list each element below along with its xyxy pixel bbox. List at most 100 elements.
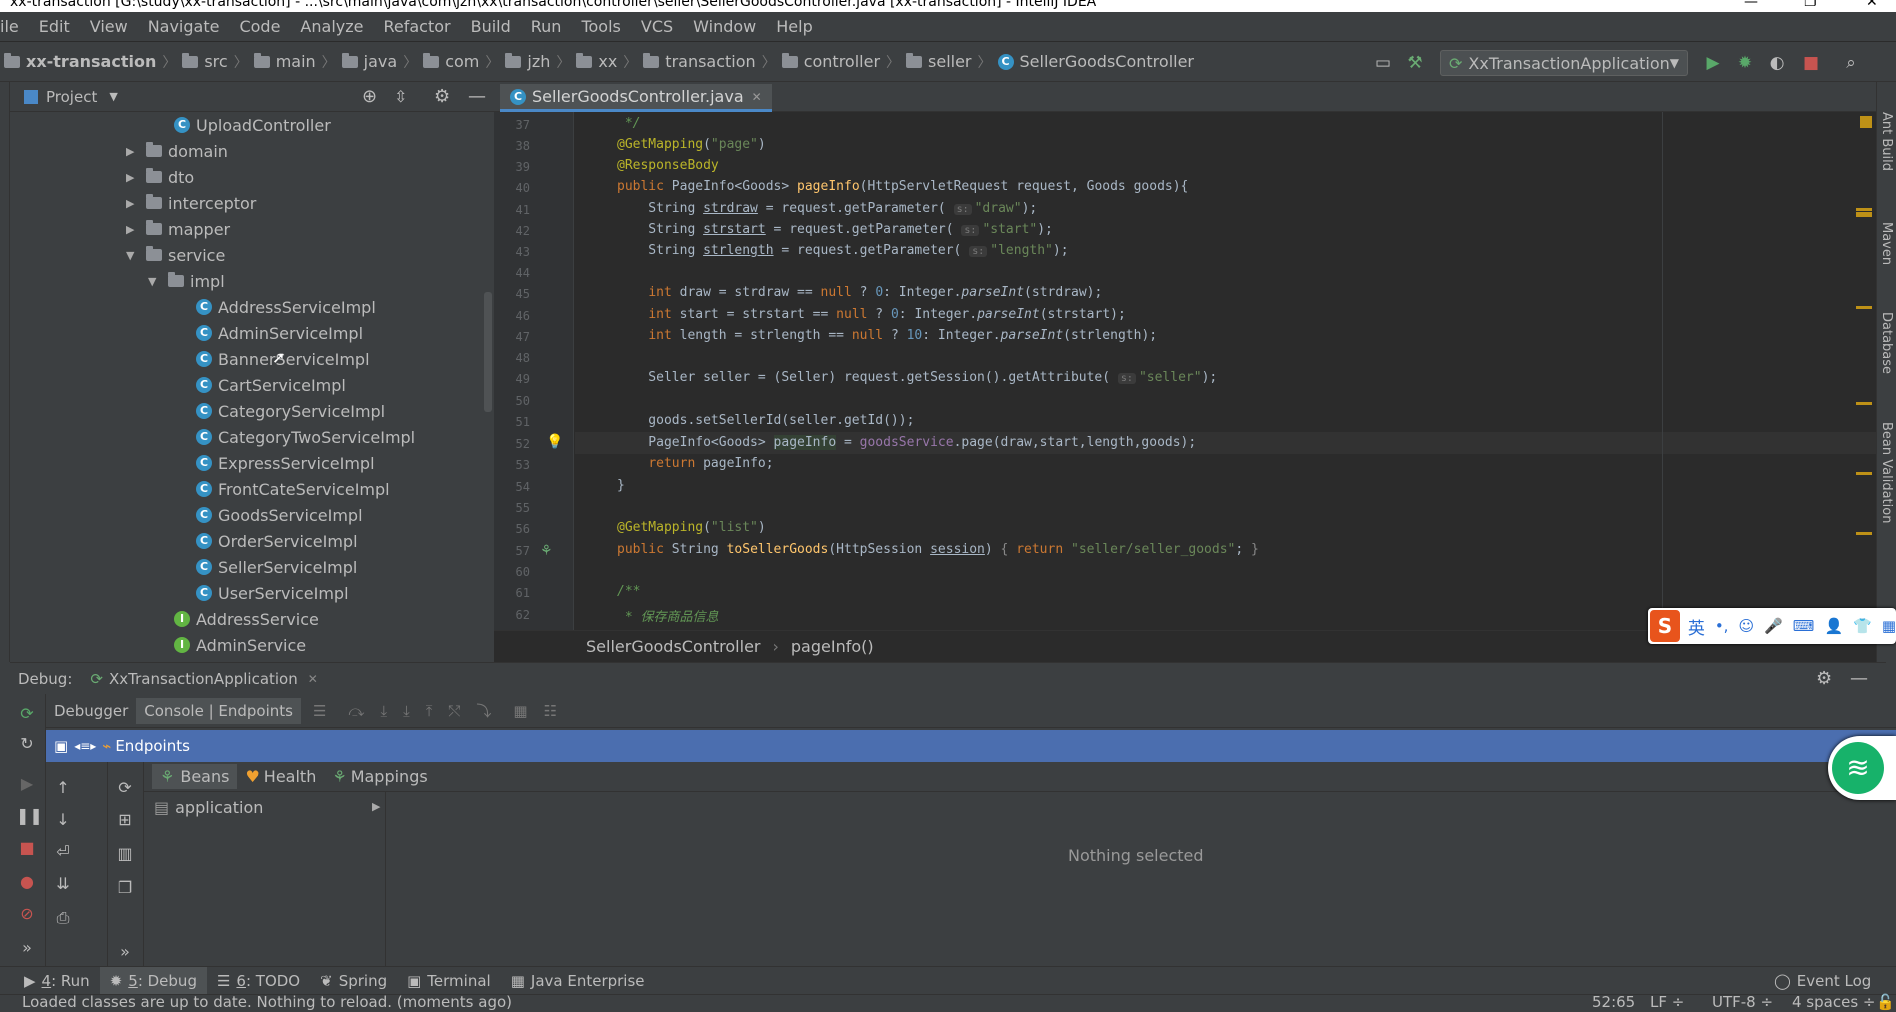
trace-icon[interactable]: ☷ <box>544 702 557 720</box>
up-arrow-icon[interactable]: ↑ <box>52 778 74 797</box>
tree-node-adminserviceimpl[interactable]: C AdminServiceImpl <box>196 320 363 346</box>
emoji-icon[interactable]: ☺ <box>1738 617 1754 635</box>
maximize-button[interactable]: ❐ <box>1804 0 1817 9</box>
coverage-icon[interactable]: ◐ <box>1766 52 1788 74</box>
tab-health[interactable]: ♥ Health <box>237 764 324 789</box>
bar-chart-icon[interactable]: ▥ <box>114 844 136 863</box>
search-icon[interactable]: ⌕ <box>1840 52 1862 74</box>
grid-icon[interactable]: ▦ <box>1882 617 1896 635</box>
view-breakpoints-icon[interactable]: ● <box>16 872 38 891</box>
mute-breakpoints-icon[interactable]: ⊘ <box>16 904 38 923</box>
breadcrumb-com[interactable]: com <box>445 52 479 71</box>
menu-vcs[interactable]: VCS <box>631 17 683 36</box>
tab-sellergoodscontroller[interactable]: C SellerGoodsController.java ✕ <box>500 84 772 112</box>
skin-icon[interactable]: 👕 <box>1853 617 1872 635</box>
endpoints-label[interactable]: Endpoints <box>115 737 190 755</box>
lock-icon[interactable]: 🔓 <box>1876 993 1895 1011</box>
menu-code[interactable]: Code <box>229 17 290 36</box>
gear-icon[interactable]: ⚙ <box>434 86 450 107</box>
tree-node-domain[interactable]: ▶ domain <box>126 138 228 164</box>
tree-node-goodsserviceimpl[interactable]: C GoodsServiceImpl <box>196 502 363 528</box>
expand-arrow-icon[interactable]: ▶ <box>126 197 140 210</box>
keyboard-icon[interactable]: ⌨ <box>1793 617 1815 635</box>
menu-view[interactable]: View <box>80 17 138 36</box>
ime-toolbar[interactable]: S 英 •, ☺ 🎤 ⌨ 👤 👕 ▦ <box>1648 608 1896 644</box>
run-to-cursor-icon[interactable]: ⤵ <box>476 700 491 721</box>
breadcrumb-method[interactable]: pageInfo() <box>791 637 874 656</box>
tab-console-endpoints[interactable]: Console | Endpoints <box>136 697 301 724</box>
ant-build-tab[interactable]: Ant Build <box>1879 112 1894 171</box>
console-icon[interactable]: ▣ <box>54 737 68 755</box>
breadcrumb-seller[interactable]: seller <box>928 52 972 71</box>
error-stripe-mark[interactable] <box>1856 532 1872 535</box>
breadcrumb-project[interactable]: xx-transaction <box>26 52 156 71</box>
restore-icon[interactable]: ↻ <box>16 734 38 753</box>
copy-icon[interactable]: ❐ <box>114 878 136 897</box>
tool-spring[interactable]: ❦ Spring <box>310 972 397 990</box>
tree-node-categorytwoserviceimpl[interactable]: C CategoryTwoServiceImpl <box>196 424 415 450</box>
lightbulb-icon[interactable]: 💡 <box>546 434 563 450</box>
menu-window[interactable]: Window <box>683 17 766 36</box>
error-stripe-mark[interactable] <box>1856 208 1872 211</box>
debug-session-tab[interactable]: XxTransactionApplication <box>109 670 298 688</box>
user-icon[interactable]: 👤 <box>1824 617 1843 635</box>
tree-node-service[interactable]: ▼ service <box>126 242 225 268</box>
tool-todo[interactable]: ☰ 6: TODO <box>207 972 310 990</box>
menu-help[interactable]: Help <box>766 17 822 36</box>
tab-switch-icon[interactable]: ◂≡▸ <box>74 739 96 753</box>
spring-bean-gutter-icon[interactable]: ⚘ <box>540 543 553 559</box>
locate-target-icon[interactable]: ⊕ <box>362 86 377 107</box>
breadcrumb-main[interactable]: main <box>276 52 316 71</box>
file-encoding[interactable]: UTF-8 ÷ <box>1712 993 1773 1011</box>
rerun-icon[interactable]: ⟳ <box>16 704 38 723</box>
expand-arrow-icon[interactable]: ▶ <box>126 223 140 236</box>
error-stripe-mark[interactable] <box>1856 306 1872 309</box>
error-stripe-mark[interactable] <box>1856 214 1872 217</box>
tool-java-enterprise[interactable]: ▦ Java Enterprise <box>501 972 655 990</box>
expand-arrow-icon[interactable]: ▶ <box>372 800 380 813</box>
breadcrumb-controller[interactable]: controller <box>804 52 880 71</box>
menu-file[interactable]: ile <box>0 17 29 36</box>
breadcrumb-xx[interactable]: xx <box>598 52 617 71</box>
debug-bug-icon[interactable]: ✹ <box>1734 52 1756 74</box>
build-hammer-icon[interactable]: ⚒ <box>1404 52 1426 74</box>
close-session-icon[interactable]: ✕ <box>308 672 318 686</box>
tree-node-expressserviceimpl[interactable]: C ExpressServiceImpl <box>196 450 375 476</box>
collapse-all-icon[interactable]: ⇳ <box>394 87 407 106</box>
tree-node-categoryserviceimpl[interactable]: C CategoryServiceImpl <box>196 398 385 424</box>
tab-debugger[interactable]: Debugger <box>46 698 136 724</box>
step-out-icon[interactable]: ⤒ <box>426 702 433 720</box>
error-stripe-mark[interactable] <box>1856 472 1872 475</box>
error-stripe-mark[interactable] <box>1856 402 1872 405</box>
threads-icon[interactable]: ☰ <box>313 702 326 720</box>
more-icon[interactable]: » <box>16 938 38 957</box>
tree-node-dto[interactable]: ▶ dto <box>126 164 194 190</box>
tab-beans[interactable]: ⚘ Beans <box>152 764 238 789</box>
tree-node-mapper[interactable]: ▶ mapper <box>126 216 230 242</box>
tree-node-sellerserviceimpl[interactable]: C SellerServiceImpl <box>196 554 357 580</box>
menu-tools[interactable]: Tools <box>571 17 630 36</box>
tree-node-impl[interactable]: ▼ impl <box>148 268 225 294</box>
project-structure-icon[interactable]: ▭ <box>1372 52 1394 74</box>
tree-node-orderserviceimpl[interactable]: C OrderServiceImpl <box>196 528 358 554</box>
breadcrumb-src[interactable]: src <box>204 52 227 71</box>
punctuation-icon[interactable]: •, <box>1715 617 1729 635</box>
pause-icon[interactable]: ❚❚ <box>16 806 43 825</box>
breadcrumb-jzh[interactable]: jzh <box>527 52 550 71</box>
tool-terminal[interactable]: ▣ Terminal <box>397 972 501 990</box>
maven-tab[interactable]: Maven <box>1879 222 1894 265</box>
expand-arrow-icon[interactable]: ▶ <box>126 145 140 158</box>
run-config-select[interactable]: ⟳ XxTransactionApplication ▼ <box>1440 50 1688 76</box>
diagram-icon[interactable]: ⊞ <box>114 810 136 829</box>
down-arrow-icon[interactable]: ↓ <box>52 810 74 829</box>
chevron-down-icon[interactable]: ▼ <box>109 90 117 103</box>
tree-node-userserviceimpl[interactable]: C UserServiceImpl <box>196 580 349 606</box>
stop-icon[interactable]: ■ <box>16 838 38 857</box>
tree-node-interceptor[interactable]: ▶ interceptor <box>126 190 256 216</box>
collapse-arrow-icon[interactable]: ▼ <box>148 275 162 288</box>
evaluate-icon[interactable]: ▦ <box>513 702 527 720</box>
breadcrumb-class[interactable]: SellerGoodsController <box>586 637 760 656</box>
tool-run[interactable]: ▶ 4: Run <box>14 972 100 990</box>
tab-mappings[interactable]: ⚘ Mappings <box>324 764 435 789</box>
breadcrumb-java[interactable]: java <box>364 52 398 71</box>
